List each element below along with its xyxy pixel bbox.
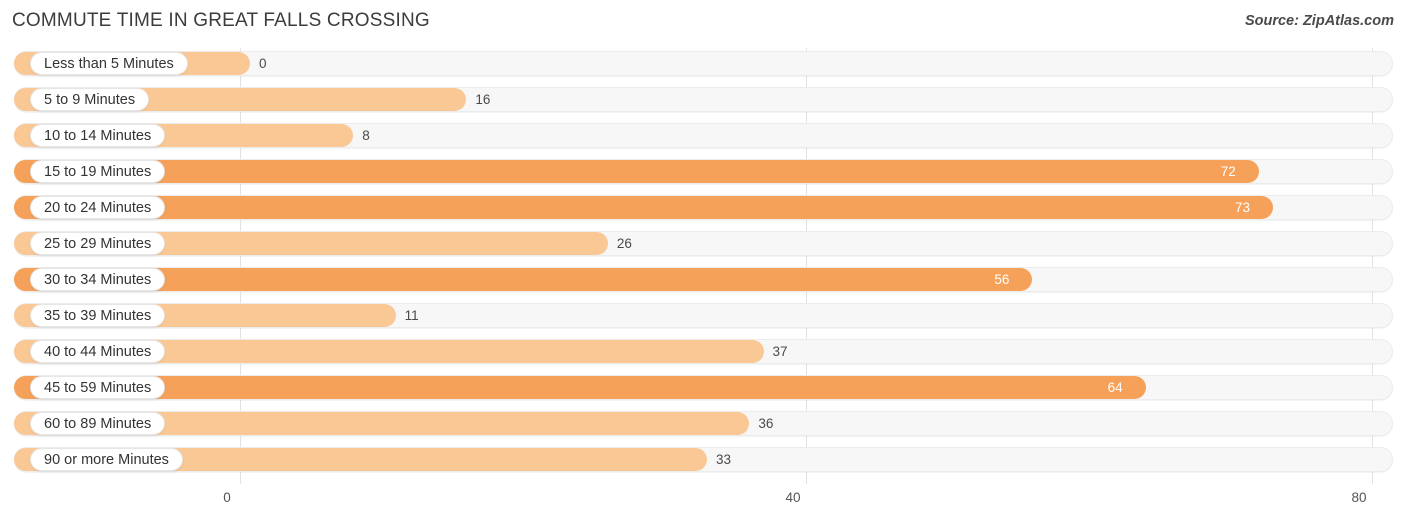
bar-category-label: 30 to 34 Minutes bbox=[30, 268, 166, 291]
bar-category-label-text: 60 to 89 Minutes bbox=[44, 415, 152, 432]
bar[interactable] bbox=[14, 376, 1146, 399]
bar-category-label: 10 to 14 Minutes bbox=[30, 124, 166, 147]
bar-value-label: 11 bbox=[404, 308, 419, 323]
bar-category-label-text: 5 to 9 Minutes bbox=[44, 91, 136, 108]
bar-category-label-text: 40 to 44 Minutes bbox=[44, 343, 152, 360]
bar[interactable] bbox=[14, 160, 1259, 183]
bar-row: 25 to 29 Minutes 26 bbox=[0, 228, 1406, 258]
bar-row: 30 to 34 Minutes 56 bbox=[0, 264, 1406, 294]
bar-row: 90 or more Minutes 33 bbox=[0, 444, 1406, 474]
bar-category-label-text: 10 to 14 Minutes bbox=[44, 127, 152, 144]
bar-value-label: 64 bbox=[1107, 380, 1123, 395]
bar[interactable] bbox=[14, 196, 1273, 219]
bar-category-label: 45 to 59 Minutes bbox=[30, 376, 166, 399]
bar-category-label: 5 to 9 Minutes bbox=[30, 88, 150, 111]
bar-value-label: 16 bbox=[475, 92, 491, 107]
bar-value-label: 8 bbox=[362, 128, 370, 143]
bar-value-label: 56 bbox=[994, 272, 1010, 287]
bar-value-label: 37 bbox=[772, 344, 788, 359]
x-tick-label: 40 bbox=[785, 490, 801, 505]
bar-row: 45 to 59 Minutes 64 bbox=[0, 372, 1406, 402]
bar-category-label: 15 to 19 Minutes bbox=[30, 160, 166, 183]
bar-category-label: 60 to 89 Minutes bbox=[30, 412, 166, 435]
bar-value-label: 26 bbox=[616, 236, 632, 251]
bar-value-label: 72 bbox=[1220, 164, 1236, 179]
plot-area: Less than 5 Minutes 0 5 to 9 Minutes 16 10 t… bbox=[0, 48, 1406, 488]
bar-value-label: 36 bbox=[758, 416, 774, 431]
bar-category-label-text: 90 or more Minutes bbox=[44, 451, 169, 468]
bar-row: 10 to 14 Minutes 8 bbox=[0, 120, 1406, 150]
bar-category-label: Less than 5 Minutes bbox=[30, 52, 188, 75]
bar-row: 60 to 89 Minutes 36 bbox=[0, 408, 1406, 438]
bar-row: 15 to 19 Minutes 72 bbox=[0, 156, 1406, 186]
bar-value-label: 0 bbox=[259, 56, 267, 71]
page-title: COMMUTE TIME IN GREAT FALLS CROSSING bbox=[12, 10, 430, 31]
x-tick-label: 0 bbox=[223, 490, 231, 505]
bar-category-label-text: 20 to 24 Minutes bbox=[44, 199, 152, 216]
bar-category-label: 20 to 24 Minutes bbox=[30, 196, 166, 219]
bar-row: Less than 5 Minutes 0 bbox=[0, 48, 1406, 78]
bar-row: 40 to 44 Minutes 37 bbox=[0, 336, 1406, 366]
x-tick-label: 80 bbox=[1351, 490, 1367, 505]
bar-value-label: 73 bbox=[1234, 200, 1250, 215]
bar-category-label-text: 30 to 34 Minutes bbox=[44, 271, 152, 288]
source-attribution: Source: ZipAtlas.com bbox=[1244, 13, 1394, 29]
bar-category-label-text: 45 to 59 Minutes bbox=[44, 379, 152, 396]
bar-value-label: 33 bbox=[715, 452, 731, 467]
bar-category-label-text: 15 to 19 Minutes bbox=[44, 163, 152, 180]
bar-category-label: 40 to 44 Minutes bbox=[30, 340, 166, 363]
bar-category-label-text: 25 to 29 Minutes bbox=[44, 235, 152, 252]
bar-row: 20 to 24 Minutes 73 bbox=[0, 192, 1406, 222]
bar-rows: Less than 5 Minutes 0 5 to 9 Minutes 16 10 t… bbox=[0, 48, 1406, 480]
bar-category-label: 35 to 39 Minutes bbox=[30, 304, 166, 327]
bar[interactable] bbox=[14, 268, 1033, 291]
bar-row: 5 to 9 Minutes 16 bbox=[0, 84, 1406, 114]
bar-category-label-text: 35 to 39 Minutes bbox=[44, 307, 152, 324]
x-axis: 0 40 80 bbox=[0, 488, 1406, 518]
bar-category-label: 90 or more Minutes bbox=[30, 448, 183, 471]
bar-category-label: 25 to 29 Minutes bbox=[30, 232, 166, 255]
bar-row: 35 to 39 Minutes 11 bbox=[0, 300, 1406, 330]
chart-root: COMMUTE TIME IN GREAT FALLS CROSSING Sou… bbox=[0, 0, 1406, 523]
bar-category-label-text: Less than 5 Minutes bbox=[44, 55, 174, 72]
